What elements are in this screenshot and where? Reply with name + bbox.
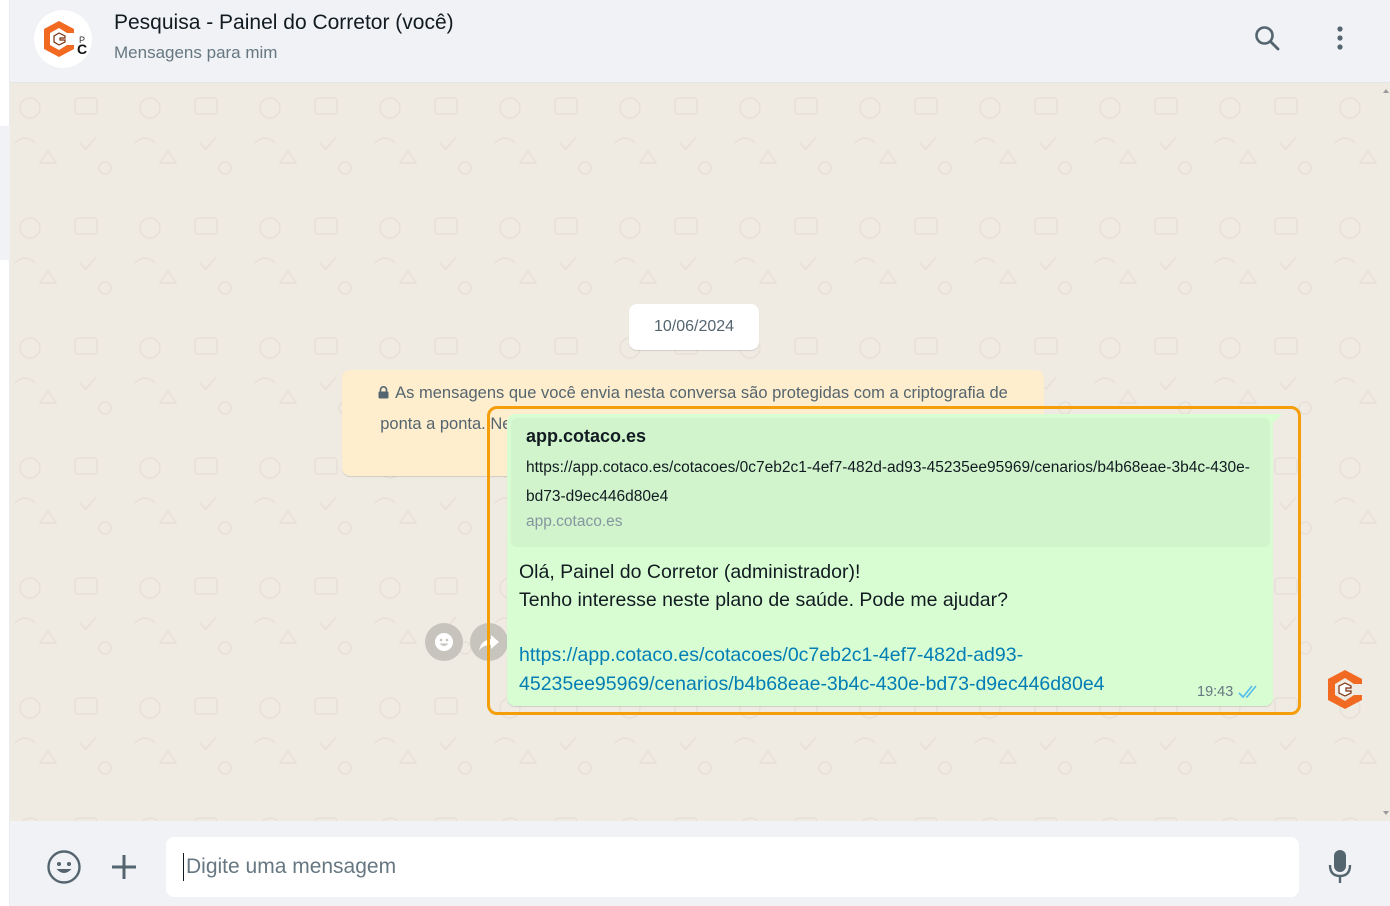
attach-button[interactable] (102, 845, 146, 889)
cotaco-extension-button[interactable] (1325, 668, 1365, 710)
chat-subtitle: Mensagens para mim (114, 43, 278, 62)
sidebar-edge (0, 0, 10, 906)
chat-title[interactable]: Pesquisa - Painel do Corretor (você) (114, 11, 454, 35)
selection-highlight (487, 406, 1301, 715)
scroll-down-arrow-icon[interactable] (1383, 811, 1389, 815)
chat-scrollbar[interactable] (1382, 83, 1390, 821)
emoji-icon (47, 850, 81, 884)
lock-icon (378, 386, 389, 399)
date-separator: 10/06/2024 (629, 304, 759, 350)
sidebar-selected-edge (0, 126, 10, 260)
emoji-reaction-icon (435, 633, 453, 651)
text-caret (183, 853, 184, 881)
search-icon (1255, 26, 1280, 51)
message-input[interactable] (166, 837, 1299, 897)
search-button[interactable] (1247, 18, 1287, 58)
react-button[interactable] (425, 623, 463, 661)
svg-text:C: C (77, 41, 87, 57)
composer-bar (10, 821, 1390, 906)
scroll-up-arrow-icon[interactable] (1383, 89, 1389, 93)
avatar[interactable]: P C (34, 10, 92, 68)
cotaco-logo-icon (1328, 670, 1362, 709)
chat-header: P C Pesquisa - Painel do Corretor (você)… (10, 0, 1390, 83)
voice-message-button[interactable] (1318, 845, 1362, 889)
plus-icon (112, 855, 136, 879)
microphone-icon (1328, 850, 1352, 883)
emoji-button[interactable] (42, 845, 86, 889)
menu-button[interactable] (1320, 18, 1360, 58)
cotaco-logo-icon: P C (44, 21, 87, 57)
kebab-menu-icon (1337, 26, 1343, 50)
